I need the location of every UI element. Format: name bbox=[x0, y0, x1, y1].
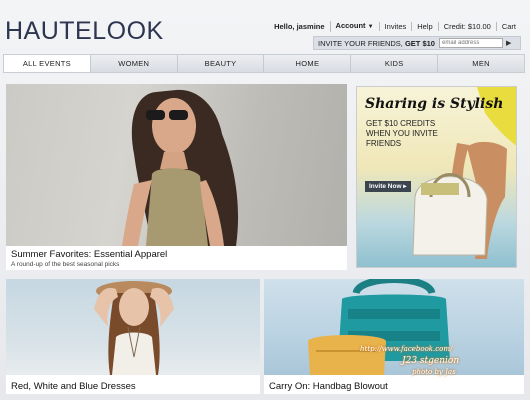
tab-women[interactable]: WOMEN bbox=[89, 55, 177, 72]
summer-favorites-tile[interactable]: Summer Favorites: Essential Apparel A ro… bbox=[6, 84, 347, 270]
account-topnav: Hello, jasmine Account ▼ Invites Help Cr… bbox=[269, 21, 521, 32]
email-address-input[interactable] bbox=[438, 38, 503, 48]
site-header: HAUTELOOK Hello, jasmine Account ▼ Invit… bbox=[0, 0, 530, 52]
dress-model-figure bbox=[94, 281, 174, 375]
summer-model-photo bbox=[6, 84, 347, 246]
beach-bag-photo bbox=[357, 87, 516, 267]
dresses-title[interactable]: Red, White and Blue Dresses bbox=[11, 381, 255, 392]
teal-handbag-figure bbox=[308, 279, 450, 375]
credit-link[interactable]: Credit: $10.00 bbox=[437, 22, 496, 31]
sharing-is-stylish-tile[interactable]: Sharing is Stylish GET $10 CREDITS WHEN … bbox=[356, 86, 517, 268]
tab-beauty[interactable]: BEAUTY bbox=[176, 55, 264, 72]
send-arrow-icon[interactable]: ▶ bbox=[506, 39, 511, 47]
handbag-caption: Carry On: Handbag Blowout bbox=[264, 379, 524, 394]
handbag-title[interactable]: Carry On: Handbag Blowout bbox=[269, 381, 519, 392]
tab-men[interactable]: MEN bbox=[437, 55, 524, 72]
invite-friends-bar: INVITE YOUR FRIENDS, GET $10 ▶ bbox=[313, 36, 521, 50]
invites-link[interactable]: Invites bbox=[378, 22, 412, 31]
summer-subtitle: A round-up of the best seasonal picks bbox=[11, 261, 120, 268]
handbag-figure bbox=[412, 87, 516, 259]
model-figure bbox=[122, 89, 239, 246]
watermark-line1: http://www.facebook.com/ bbox=[360, 345, 453, 353]
watermark-line3: photo by Jas bbox=[412, 368, 456, 376]
invite-text-bold: GET $10 bbox=[404, 38, 435, 48]
watermark-line2: J23 stgenion bbox=[402, 356, 460, 366]
cart-link[interactable]: Cart bbox=[495, 22, 521, 31]
account-label: Account bbox=[335, 21, 366, 30]
sharing-body: GET $10 CREDITS WHEN YOU INVITE FRIENDS bbox=[366, 119, 438, 148]
hautelook-logo[interactable]: HAUTELOOK bbox=[5, 17, 164, 46]
page: HAUTELOOK Hello, jasmine Account ▼ Invit… bbox=[0, 0, 530, 400]
tab-home[interactable]: HOME bbox=[263, 55, 350, 72]
invite-text-prefix: INVITE YOUR FRIENDS, bbox=[318, 38, 405, 48]
summer-caption: Summer Favorites: Essential Apparel A ro… bbox=[6, 247, 347, 270]
tab-kids[interactable]: KIDS bbox=[350, 55, 437, 72]
account-menu[interactable]: Account ▼ bbox=[329, 21, 379, 32]
sharing-title: Sharing is Stylish bbox=[365, 96, 504, 112]
dresses-caption: Red, White and Blue Dresses bbox=[6, 379, 260, 394]
handbag-blowout-tile[interactable]: Carry On: Handbag Blowout bbox=[264, 279, 524, 394]
invite-text: INVITE YOUR FRIENDS, GET $10 bbox=[314, 39, 435, 48]
invite-now-button[interactable]: Invite Now ▸ bbox=[365, 181, 411, 192]
tab-all-events[interactable]: ALL EVENTS bbox=[4, 55, 90, 72]
greeting-text: Hello, jasmine bbox=[274, 22, 325, 31]
category-nav: ALL EVENTS WOMEN BEAUTY HOME KIDS MEN bbox=[3, 54, 525, 73]
chevron-down-icon: ▼ bbox=[367, 24, 374, 30]
handbag-photo bbox=[264, 279, 524, 375]
help-link[interactable]: Help bbox=[411, 22, 437, 31]
dresses-tile[interactable]: Red, White and Blue Dresses bbox=[6, 279, 260, 394]
dress-model-photo bbox=[6, 279, 260, 375]
summer-title[interactable]: Summer Favorites: Essential Apparel bbox=[11, 249, 342, 260]
